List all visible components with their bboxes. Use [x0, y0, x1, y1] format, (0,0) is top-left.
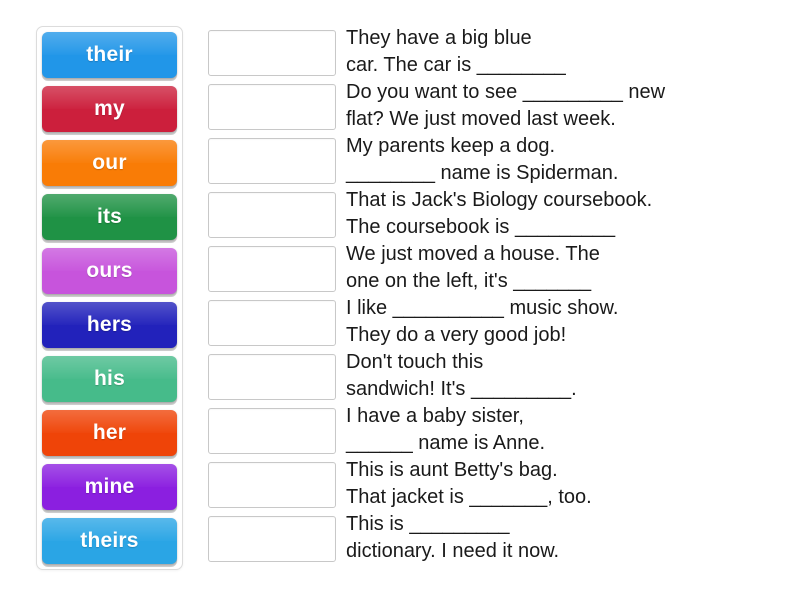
sentence-text: My parents keep a dog. ________ name is … [346, 135, 619, 184]
word-tile-label: their [86, 43, 133, 66]
word-tile-label: theirs [80, 529, 139, 552]
word-tile-label: hers [86, 313, 133, 336]
sentence-text: That is Jack's Biology coursebook. The c… [346, 189, 653, 238]
sentence-list: They have a big blue car. The car is ___… [208, 27, 788, 567]
match-activity: their my our its ours hers his her mine theirs Th… [0, 0, 800, 600]
sentence-row: This is aunt Betty's bag. That jacket is… [208, 459, 788, 513]
word-tile-its[interactable]: its [42, 194, 177, 240]
answer-dropzone-5[interactable] [208, 246, 336, 292]
word-tile-label: her [92, 421, 127, 444]
sentence-text: This is aunt Betty's bag. That jacket is… [346, 459, 592, 508]
answer-dropzone-7[interactable] [208, 354, 336, 400]
sentence-row: I like __________ music show. They do a … [208, 297, 788, 351]
sentence-row: We just moved a house. The one on the le… [208, 243, 788, 297]
sentence-row: They have a big blue car. The car is ___… [208, 27, 788, 81]
word-tile-her[interactable]: her [42, 410, 177, 456]
sentence-row: Don't touch this sandwich! It's ________… [208, 351, 788, 405]
word-tile-theirs[interactable]: theirs [42, 518, 177, 564]
sentence-row: Do you want to see _________ new flat? W… [208, 81, 788, 135]
word-tile-label: my [94, 97, 125, 120]
word-tile-mine[interactable]: mine [42, 464, 177, 510]
answer-dropzone-6[interactable] [208, 300, 336, 346]
answer-dropzone-1[interactable] [208, 30, 336, 76]
sentence-text: We just moved a house. The one on the le… [346, 243, 600, 292]
sentence-text: This is _________ dictionary. I need it … [346, 513, 560, 562]
word-tile-label: ours [86, 259, 133, 282]
word-tile-our[interactable]: our [42, 140, 177, 186]
answer-dropzone-9[interactable] [208, 462, 336, 508]
answer-dropzone-4[interactable] [208, 192, 336, 238]
sentence-row: This is _________ dictionary. I need it … [208, 513, 788, 567]
word-tile-label: our [92, 151, 127, 174]
sentence-row: My parents keep a dog. ________ name is … [208, 135, 788, 189]
sentence-text: Don't touch this sandwich! It's ________… [346, 351, 577, 400]
word-tile-ours[interactable]: ours [42, 248, 177, 294]
sentence-row: I have a baby sister, ______ name is Ann… [208, 405, 788, 459]
answer-dropzone-8[interactable] [208, 408, 336, 454]
word-tile-my[interactable]: my [42, 86, 177, 132]
answer-dropzone-3[interactable] [208, 138, 336, 184]
sentence-row: That is Jack's Biology coursebook. The c… [208, 189, 788, 243]
sentence-text: I like __________ music show. They do a … [346, 297, 619, 346]
sentence-text: They have a big blue car. The car is ___… [346, 27, 566, 76]
word-tile-label: mine [84, 475, 135, 498]
word-tile-label: its [96, 205, 123, 228]
word-tile-their[interactable]: their [42, 32, 177, 78]
word-tile-hers[interactable]: hers [42, 302, 177, 348]
answer-dropzone-2[interactable] [208, 84, 336, 130]
word-tile-label: his [94, 367, 125, 390]
sentence-text: Do you want to see _________ new flat? W… [346, 81, 666, 130]
answer-dropzone-10[interactable] [208, 516, 336, 562]
word-tile-bank: their my our its ours hers his her mine theirs [36, 26, 183, 570]
word-tile-his[interactable]: his [42, 356, 177, 402]
sentence-text: I have a baby sister, ______ name is Ann… [346, 405, 546, 454]
